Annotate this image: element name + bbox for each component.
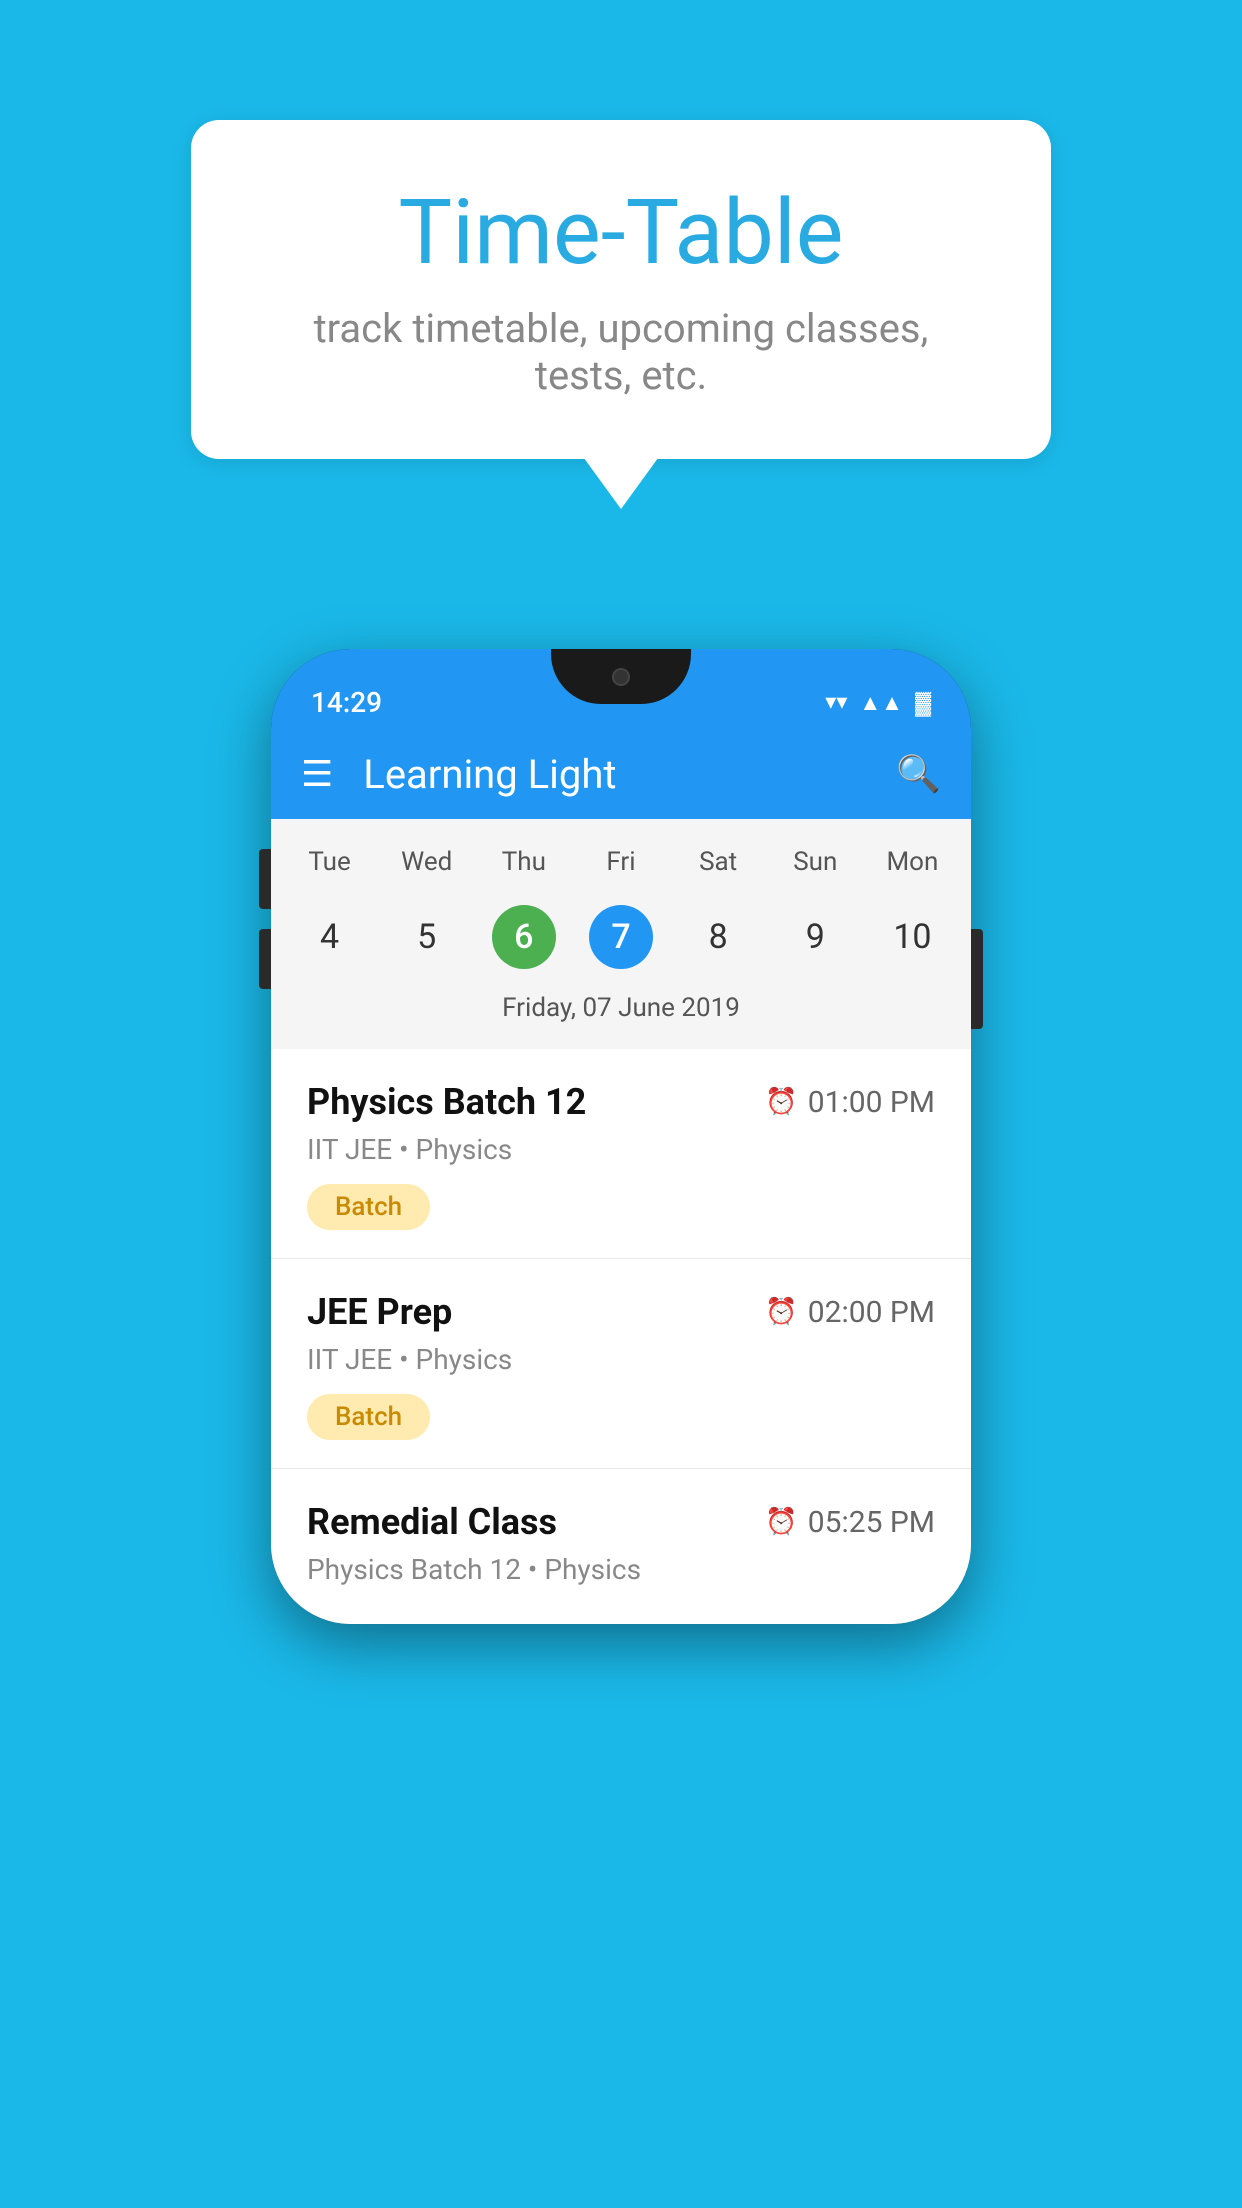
page-title: Time-Table <box>271 180 971 285</box>
date-4[interactable]: 4 <box>281 895 378 979</box>
selected-date-label: Friday, 07 June 2019 <box>281 979 961 1039</box>
class-subject: Physics Batch 12 • Physics <box>307 1553 935 1586</box>
volume-up-button <box>259 849 271 909</box>
batch-tag: Batch <box>307 1394 430 1440</box>
class-header: Remedial Class ⏰ 05:25 PM <box>307 1501 935 1543</box>
class-time: ⏰ 01:00 PM <box>765 1085 935 1120</box>
status-time: 14:29 <box>311 686 382 719</box>
day-tue: Tue <box>281 839 378 885</box>
date-5[interactable]: 5 <box>378 895 475 979</box>
menu-icon[interactable]: ☰ <box>301 756 333 792</box>
clock-icon: ⏰ <box>765 1507 797 1537</box>
speech-bubble: Time-Table track timetable, upcoming cla… <box>191 120 1051 459</box>
app-bar: ☰ Learning Light 🔍 <box>271 729 971 819</box>
battery-icon: ▓ <box>915 690 931 716</box>
power-button <box>971 929 983 1029</box>
clock-icon: ⏰ <box>765 1087 797 1117</box>
day-headers: Tue Wed Thu Fri Sat Sun Mon <box>281 839 961 885</box>
class-name: Remedial Class <box>307 1501 557 1543</box>
class-list: Physics Batch 12 ⏰ 01:00 PM IIT JEE • Ph… <box>271 1049 971 1624</box>
hero-section: Time-Table track timetable, upcoming cla… <box>0 0 1242 519</box>
class-header: JEE Prep ⏰ 02:00 PM <box>307 1291 935 1333</box>
class-subject: IIT JEE • Physics <box>307 1343 935 1376</box>
phone-frame: 14:29 ▾▾ ▲▲ ▓ ☰ Learning Light 🔍 Tue <box>271 649 971 1624</box>
status-icons: ▾▾ ▲▲ ▓ <box>825 690 931 716</box>
date-6[interactable]: 6 <box>475 895 572 979</box>
clock-icon: ⏰ <box>765 1297 797 1327</box>
selected-circle: 7 <box>589 905 653 969</box>
day-wed: Wed <box>378 839 475 885</box>
class-item[interactable]: Remedial Class ⏰ 05:25 PM Physics Batch … <box>271 1469 971 1624</box>
class-item[interactable]: JEE Prep ⏰ 02:00 PM IIT JEE • Physics Ba… <box>271 1259 971 1469</box>
date-7[interactable]: 7 <box>572 895 669 979</box>
day-sat: Sat <box>670 839 767 885</box>
day-mon: Mon <box>864 839 961 885</box>
page-subtitle: track timetable, upcoming classes, tests… <box>271 305 971 399</box>
class-name: JEE Prep <box>307 1291 452 1333</box>
app-title: Learning Light <box>363 751 896 798</box>
volume-down-button <box>259 929 271 989</box>
date-8[interactable]: 8 <box>670 895 767 979</box>
signal-icon: ▲▲ <box>859 690 903 716</box>
class-header: Physics Batch 12 ⏰ 01:00 PM <box>307 1081 935 1123</box>
class-time: ⏰ 05:25 PM <box>765 1505 935 1540</box>
day-numbers: 4 5 6 7 8 9 10 <box>281 895 961 979</box>
class-subject: IIT JEE • Physics <box>307 1133 935 1166</box>
day-fri: Fri <box>572 839 669 885</box>
camera <box>612 668 630 686</box>
day-sun: Sun <box>767 839 864 885</box>
day-thu: Thu <box>475 839 572 885</box>
calendar-strip: Tue Wed Thu Fri Sat Sun Mon 4 5 6 7 <box>271 819 971 1049</box>
wifi-icon: ▾▾ <box>825 690 847 715</box>
date-10[interactable]: 10 <box>864 895 961 979</box>
date-9[interactable]: 9 <box>767 895 864 979</box>
class-item[interactable]: Physics Batch 12 ⏰ 01:00 PM IIT JEE • Ph… <box>271 1049 971 1259</box>
class-name: Physics Batch 12 <box>307 1081 586 1123</box>
search-icon[interactable]: 🔍 <box>896 753 941 795</box>
phone-mockup: 14:29 ▾▾ ▲▲ ▓ ☰ Learning Light 🔍 Tue <box>0 649 1242 1624</box>
today-circle: 6 <box>492 905 556 969</box>
class-time: ⏰ 02:00 PM <box>765 1295 935 1330</box>
batch-tag: Batch <box>307 1184 430 1230</box>
